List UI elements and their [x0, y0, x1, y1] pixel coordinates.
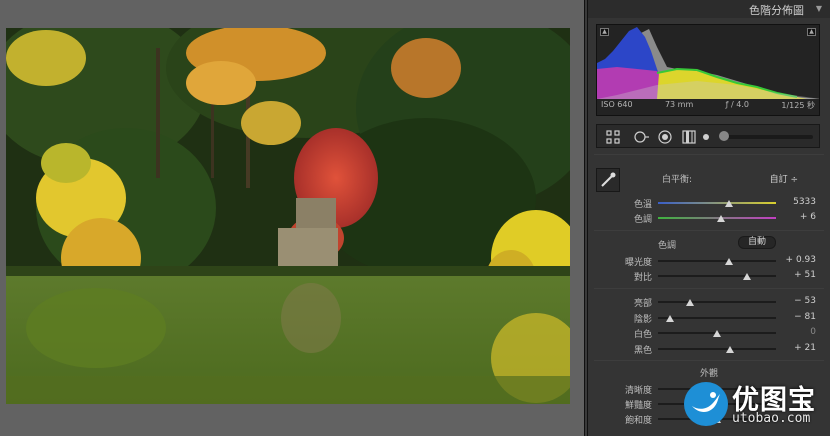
vibrance-label: 鮮豔度	[624, 401, 652, 411]
utobao-logo-icon	[684, 382, 728, 426]
shutter-speed: 1/125 秒	[781, 101, 815, 110]
presence-label: 外觀	[700, 369, 719, 379]
highlight-clipping-icon[interactable]: ▲	[807, 28, 816, 36]
blacks-slider[interactable]	[658, 346, 776, 353]
shadows-value[interactable]: − 81	[776, 312, 816, 322]
blacks-label: 黑色	[633, 346, 652, 356]
tool-strip-slider[interactable]	[725, 135, 813, 139]
tint-value[interactable]: + 6	[776, 212, 816, 222]
section-divider	[594, 360, 824, 361]
section-divider	[594, 154, 824, 155]
aperture-value: ƒ / 4.0	[725, 100, 749, 109]
adjustment-brush-icon[interactable]	[701, 129, 717, 145]
photo-canvas[interactable]	[0, 0, 584, 436]
section-divider	[594, 230, 824, 231]
shadows-slider[interactable]	[658, 315, 776, 322]
contrast-slider-knob[interactable]	[742, 273, 751, 280]
contrast-value[interactable]: + 51	[776, 270, 816, 280]
highlights-label: 亮部	[633, 299, 652, 309]
watermark-url: utobao.com	[732, 411, 811, 426]
temp-value[interactable]: 5333	[776, 197, 816, 207]
section-divider	[594, 288, 824, 289]
contrast-slider[interactable]	[658, 273, 776, 280]
white-balance-label: 白平衡:	[662, 175, 693, 185]
collapse-triangle-icon[interactable]: ▼	[816, 4, 822, 13]
autumn-lake-photo	[6, 28, 570, 404]
shadow-clipping-icon[interactable]: ▲	[600, 28, 609, 36]
shadows-label: 陰影	[633, 315, 652, 325]
histogram[interactable]: ▲ ▲ ISO 640 73 mm ƒ / 4.0 1/125 秒	[596, 24, 820, 116]
crop-overlay-icon[interactable]	[605, 129, 621, 145]
temp-slider-knob[interactable]	[724, 200, 733, 207]
tool-strip	[596, 124, 820, 148]
exposure-label: 曝光度	[624, 258, 652, 268]
whites-slider-knob[interactable]	[713, 330, 721, 337]
tint-label: 色調	[633, 215, 652, 225]
blacks-value[interactable]: + 21	[776, 343, 816, 353]
highlights-slider-knob[interactable]	[685, 299, 694, 306]
contrast-label: 對比	[633, 273, 652, 283]
graduated-filter-icon[interactable]	[681, 129, 697, 145]
blacks-slider-knob[interactable]	[725, 346, 734, 353]
panel-title: 色階分佈圖	[749, 4, 804, 17]
exposure-slider[interactable]	[658, 258, 776, 265]
develop-panel: 色階分佈圖 ▼ ▲ ▲ ISO 640 73 mm ƒ / 4.0 1/125 …	[588, 0, 830, 436]
focal-length: 73 mm	[664, 100, 694, 109]
auto-tone-button[interactable]: 自動	[738, 236, 776, 249]
temp-label: 色溫	[633, 200, 652, 210]
white-balance-select[interactable]: 自訂 ÷	[770, 172, 798, 185]
white-balance-picker[interactable]	[596, 168, 620, 192]
temp-slider[interactable]	[658, 200, 776, 207]
exposure-value[interactable]: + 0.93	[776, 255, 816, 265]
histogram-header[interactable]: 色階分佈圖 ▼	[588, 0, 830, 18]
spot-removal-icon[interactable]	[633, 129, 649, 145]
red-eye-icon[interactable]	[657, 129, 673, 145]
highlights-value[interactable]: − 53	[776, 296, 816, 306]
photo-preview[interactable]	[6, 28, 570, 404]
whites-slider[interactable]	[658, 330, 776, 337]
tone-label: 色調	[658, 241, 677, 251]
iso-value: ISO 640	[601, 100, 633, 109]
tint-slider-knob[interactable]	[716, 215, 725, 222]
shadows-slider-knob[interactable]	[665, 315, 674, 322]
tint-slider[interactable]	[658, 215, 776, 222]
whites-label: 白色	[633, 330, 652, 340]
whites-value[interactable]: 0	[776, 327, 816, 337]
saturation-label: 飽和度	[624, 416, 652, 426]
eyedropper-icon	[601, 172, 616, 187]
highlights-slider[interactable]	[658, 299, 776, 306]
tool-strip-slider-knob[interactable]	[719, 131, 729, 141]
clarity-label: 清晰度	[624, 386, 652, 396]
exif-info: ISO 640 73 mm ƒ / 4.0 1/125 秒	[601, 100, 815, 111]
exposure-slider-knob[interactable]	[724, 258, 733, 265]
